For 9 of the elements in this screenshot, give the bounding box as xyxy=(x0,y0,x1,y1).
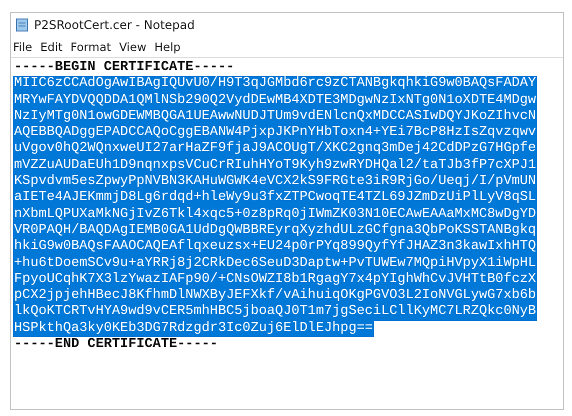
notepad-icon xyxy=(15,18,29,32)
menu-item[interactable]: Format xyxy=(70,40,112,54)
text-line: -----BEGIN CERTIFICATE----- xyxy=(13,60,236,76)
menu-item[interactable]: View xyxy=(119,40,146,54)
menu-item[interactable]: Edit xyxy=(40,40,63,54)
menu-item[interactable]: File xyxy=(13,40,32,54)
window-title: P2SRootCert.cer - Notepad xyxy=(34,18,195,32)
menu-item[interactable]: Help xyxy=(154,40,181,54)
text-line: -----END CERTIFICATE----- xyxy=(13,337,219,354)
